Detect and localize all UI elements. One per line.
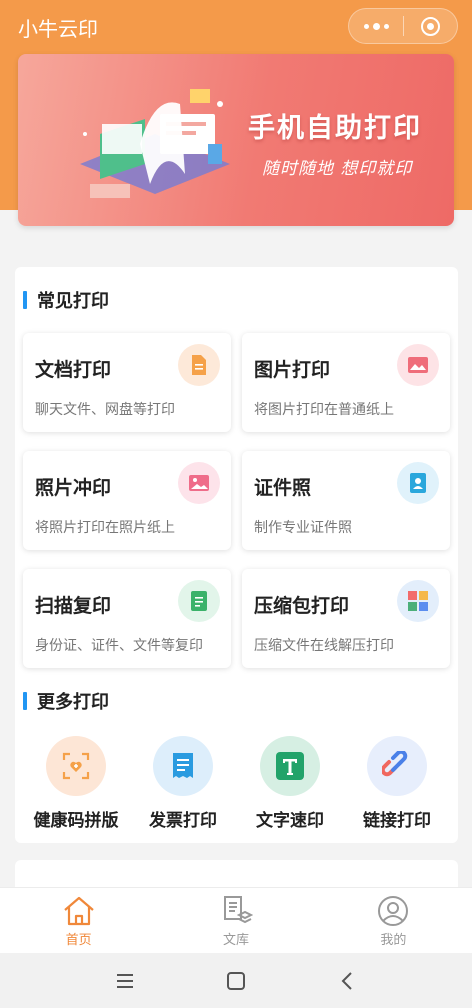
id-photo-icon [397, 462, 439, 504]
tab-library[interactable]: 文库 [157, 888, 314, 953]
tile-desc: 将照片打印在照片纸上 [35, 520, 175, 536]
more-menu-button[interactable] [349, 9, 403, 43]
archive-icon [397, 580, 439, 622]
tile-photo-print[interactable]: 照片冲印 将照片打印在照片纸上 [23, 451, 231, 550]
more-item-label: 文字速印 [256, 811, 324, 831]
tile-desc: 身份证、证件、文件等复印 [35, 638, 203, 654]
bottom-tab-bar: 首页 文库 我的 [0, 887, 472, 953]
menu-icon [117, 973, 134, 988]
tab-label: 首页 [65, 933, 92, 948]
tile-desc: 制作专业证件照 [254, 520, 352, 536]
dot-icon [363, 23, 369, 29]
tile-name: 文档打印 [35, 359, 112, 381]
section-title-more: 更多打印 [23, 688, 109, 714]
tile-id-photo[interactable]: 证件照 制作专业证件照 [242, 451, 450, 550]
home-button[interactable] [216, 961, 256, 1001]
tile-name: 扫描复印 [35, 595, 112, 617]
more-item-text-print[interactable]: 文字速印 [240, 736, 340, 831]
photo-icon [178, 462, 220, 504]
print-services-card: 常见打印 文档打印 聊天文件、网盘等打印 图片打印 将图片打印在普通纸上 照片冲… [15, 267, 458, 843]
square-icon [226, 971, 245, 990]
chevron-left-icon [341, 971, 352, 990]
tab-label: 文库 [222, 933, 249, 948]
more-item-label: 健康码拼版 [33, 811, 119, 831]
recent-apps-button[interactable] [105, 961, 145, 1001]
text-print-icon [260, 736, 320, 796]
scan-icon [178, 580, 220, 622]
tile-desc: 聊天文件、网盘等打印 [35, 402, 175, 418]
tile-name: 证件照 [254, 477, 312, 499]
tab-label: 我的 [380, 933, 407, 948]
tab-home[interactable]: 首页 [0, 888, 157, 953]
close-button[interactable] [404, 16, 457, 36]
tile-scan-copy[interactable]: 扫描复印 身份证、证件、文件等复印 [23, 569, 231, 668]
home-icon [63, 896, 94, 926]
dot-icon [372, 22, 380, 30]
banner-title: 手机自助打印 [248, 113, 422, 144]
dot-icon [383, 23, 389, 29]
document-icon [178, 344, 220, 386]
tile-name: 图片打印 [254, 359, 331, 381]
back-button[interactable] [327, 961, 367, 1001]
printer-illustration-icon [80, 89, 230, 198]
tile-document-print[interactable]: 文档打印 聊天文件、网盘等打印 [23, 333, 231, 432]
banner-subtitle: 随时随地 想印就印 [262, 159, 413, 179]
user-icon [378, 896, 409, 926]
invoice-icon [153, 736, 213, 796]
health-code-icon [46, 736, 106, 796]
tile-name: 照片冲印 [35, 477, 112, 499]
more-item-invoice[interactable]: 发票打印 [133, 736, 233, 831]
system-nav-bar [0, 953, 472, 1008]
more-item-label: 链接打印 [363, 811, 431, 831]
tile-desc: 将图片打印在普通纸上 [254, 402, 394, 418]
tile-desc: 压缩文件在线解压打印 [254, 638, 394, 654]
target-circle-icon [421, 16, 440, 36]
more-item-label: 发票打印 [149, 811, 217, 831]
tile-image-print[interactable]: 图片打印 将图片打印在普通纸上 [242, 333, 450, 432]
more-item-link-print[interactable]: 链接打印 [347, 736, 447, 831]
image-icon [397, 344, 439, 386]
tile-archive-print[interactable]: 压缩包打印 压缩文件在线解压打印 [242, 569, 450, 668]
link-icon [367, 736, 427, 796]
promo-banner[interactable]: 手机自助打印 随时随地 想印就印 [18, 54, 454, 226]
library-icon [223, 896, 253, 924]
tab-mine[interactable]: 我的 [315, 888, 472, 953]
more-item-health-code[interactable]: 健康码拼版 [26, 736, 126, 831]
app-title: 小牛云印 [18, 17, 98, 41]
section-title-common: 常见打印 [23, 287, 109, 313]
tile-name: 压缩包打印 [254, 595, 350, 617]
mini-program-capsule [348, 8, 458, 44]
